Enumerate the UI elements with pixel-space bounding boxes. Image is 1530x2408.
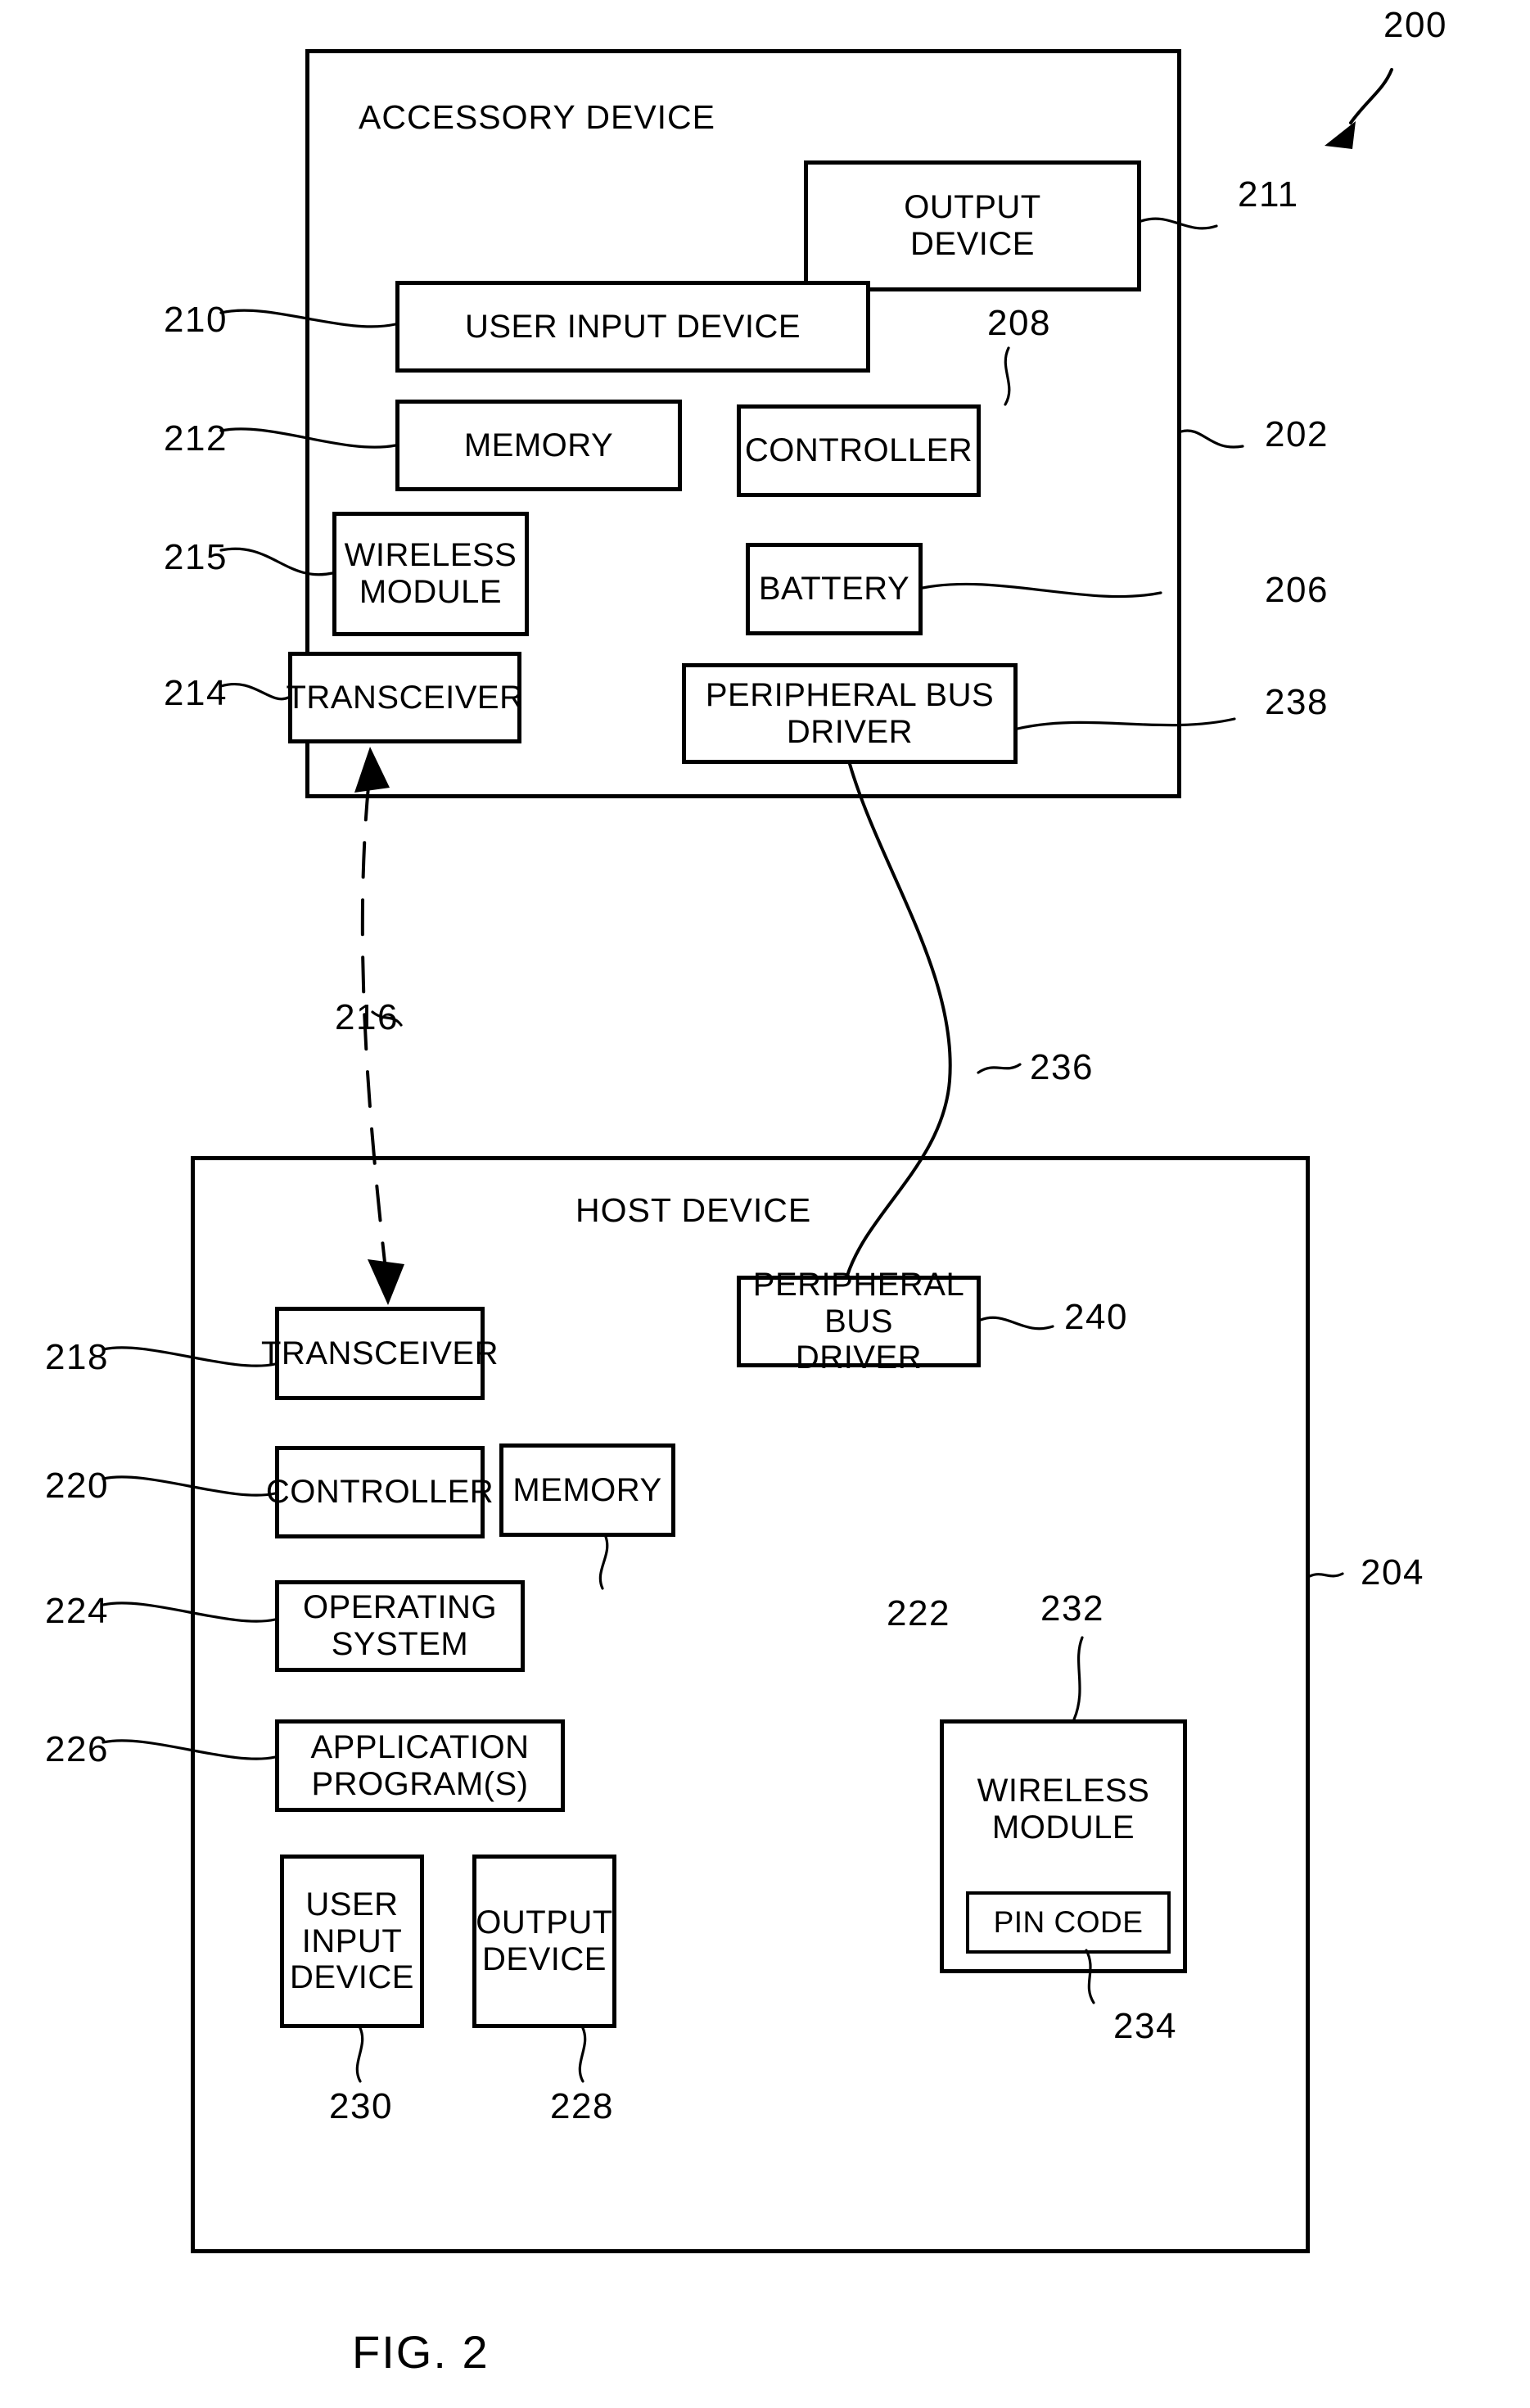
- leader-204: [1308, 1572, 1344, 1578]
- accessory-transceiver-box[interactable]: TRANSCEIVER: [287, 652, 523, 743]
- ref-208: 208: [987, 303, 1051, 343]
- ref-204: 204: [1361, 1552, 1424, 1593]
- leader-236: [977, 1063, 1022, 1074]
- figure-ref-arrow: [1349, 68, 1393, 124]
- host-memory-box[interactable]: MEMORY: [499, 1443, 675, 1537]
- host-transceiver-box[interactable]: TRANSCEIVER: [261, 1307, 499, 1400]
- figure-ref-arrowhead: [1325, 121, 1356, 149]
- host-wireless-module-label: WIRELESS MODULE: [977, 1773, 1150, 1846]
- host-output-device-box[interactable]: OUTPUT DEVICE: [472, 1855, 616, 2028]
- ref-240: 240: [1064, 1297, 1128, 1337]
- ref-238: 238: [1265, 682, 1329, 722]
- accessory-wireless-module-box[interactable]: WIRELESS MODULE: [332, 512, 529, 636]
- accessory-memory-box[interactable]: MEMORY: [395, 400, 682, 491]
- figure-canvas: ACCESSORY DEVICE OUTPUT DEVICE USER INPU…: [0, 0, 1530, 2408]
- accessory-user-input-device-box[interactable]: USER INPUT DEVICE: [395, 281, 870, 373]
- host-pin-code-box[interactable]: PIN CODE: [966, 1891, 1171, 1954]
- ref-234: 234: [1113, 2006, 1177, 2046]
- ref-215: 215: [164, 537, 228, 577]
- leader-202: [1180, 429, 1244, 449]
- host-operating-system-box[interactable]: OPERATING SYSTEM: [275, 1580, 525, 1672]
- accessory-peripheral-bus-driver-box[interactable]: PERIPHERAL BUS DRIVER: [682, 663, 1018, 764]
- accessory-device-title: ACCESSORY DEVICE: [359, 98, 716, 136]
- ref-224: 224: [45, 1591, 109, 1631]
- leader-214: [219, 683, 290, 701]
- host-peripheral-bus-driver-box[interactable]: PERIPHERAL BUS DRIVER: [737, 1267, 981, 1376]
- host-application-programs-box[interactable]: APPLICATION PROGRAM(S): [275, 1719, 565, 1812]
- host-controller-box[interactable]: CONTROLLER: [266, 1446, 494, 1538]
- ref-220: 220: [45, 1466, 109, 1506]
- ref-230: 230: [329, 2086, 393, 2126]
- ref-214: 214: [164, 673, 228, 713]
- ref-236: 236: [1030, 1047, 1094, 1087]
- ref-202: 202: [1265, 414, 1329, 454]
- host-device-title: HOST DEVICE: [575, 1191, 812, 1229]
- host-user-input-device-box[interactable]: USER INPUT DEVICE: [280, 1855, 424, 2028]
- ref-232: 232: [1040, 1588, 1104, 1629]
- ref-226: 226: [45, 1729, 109, 1769]
- ref-206: 206: [1265, 570, 1329, 610]
- ref-212: 212: [164, 418, 228, 459]
- ref-211: 211: [1238, 174, 1299, 215]
- ref-228: 228: [550, 2086, 614, 2126]
- host-wireless-module-box[interactable]: WIRELESS MODULE PIN CODE: [940, 1719, 1187, 1973]
- accessory-controller-box[interactable]: CONTROLLER: [737, 404, 981, 497]
- ref-210: 210: [164, 300, 228, 340]
- ref-216: 216: [335, 997, 399, 1037]
- figure-caption: FIG. 2: [352, 2326, 490, 2378]
- ref-218: 218: [45, 1337, 109, 1377]
- ref-200: 200: [1383, 5, 1447, 45]
- ref-222: 222: [887, 1593, 950, 1633]
- accessory-battery-box[interactable]: BATTERY: [746, 543, 923, 635]
- accessory-output-device-box[interactable]: OUTPUT DEVICE: [804, 160, 1141, 291]
